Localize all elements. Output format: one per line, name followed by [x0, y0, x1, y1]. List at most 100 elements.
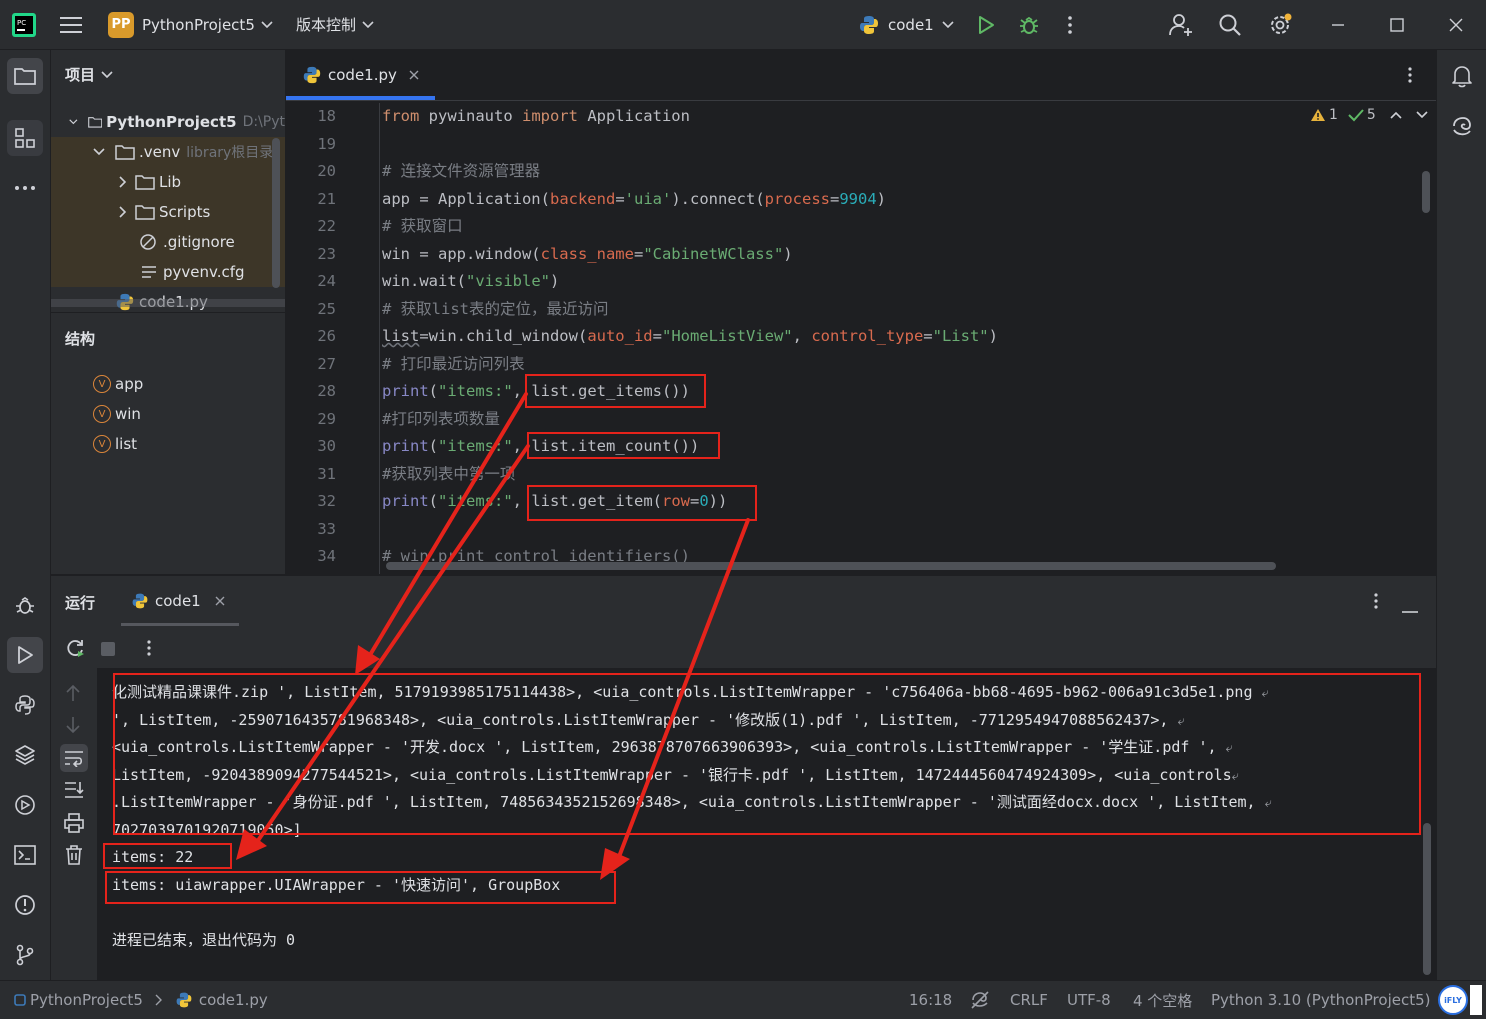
project-tool-button[interactable]: [7, 58, 43, 94]
line-number: 22: [317, 217, 336, 235]
editor-tab-code1[interactable]: code1.py: [286, 50, 435, 100]
run-panel-more-icon[interactable]: [1372, 592, 1380, 614]
python-console-tool-button[interactable]: [7, 687, 43, 723]
line-separator[interactable]: CRLF: [1010, 981, 1048, 1019]
run-config-selector[interactable]: code1: [858, 0, 954, 49]
scroll-down-icon[interactable]: [66, 716, 80, 738]
ai-disabled-icon[interactable]: [970, 981, 990, 1019]
tree-item-label: pyvenv.cfg: [163, 263, 245, 281]
code-area[interactable]: 1 5 18 from pywinauto import Application …: [286, 103, 1436, 574]
file-encoding[interactable]: UTF-8: [1067, 981, 1111, 1019]
play-icon: [979, 15, 994, 34]
structure-item-win[interactable]: V win: [51, 399, 285, 429]
code-line: 33: [286, 516, 1436, 543]
line-number: 33: [317, 519, 336, 538]
run-tool-button[interactable]: [7, 637, 43, 673]
annotation-box: [103, 843, 232, 869]
maximize-window-icon[interactable]: [1389, 0, 1405, 49]
python-interpreter[interactable]: Python 3.10 (PythonProject5): [1211, 981, 1431, 1019]
trash-icon[interactable]: [65, 845, 83, 869]
pycharm-logo-icon[interactable]: PC: [12, 0, 36, 49]
folder-icon: [135, 175, 155, 190]
editor-more-icon[interactable]: [1406, 66, 1414, 88]
tree-item-label: Scripts: [159, 203, 211, 221]
tree-item-gitignore[interactable]: .gitignore: [51, 227, 285, 257]
indent-setting[interactable]: 4 个空格: [1133, 981, 1192, 1019]
text-file-icon: [142, 266, 156, 278]
problems-tool-button[interactable]: [7, 887, 43, 923]
line-number: 19: [317, 134, 336, 153]
annotation-box: [527, 485, 757, 521]
run-toolbar-more-icon[interactable]: [145, 639, 153, 661]
run-tab-code1[interactable]: code1: [121, 576, 241, 626]
debug-button[interactable]: [1018, 0, 1040, 49]
tree-item-project-root[interactable]: PythonProject5 D:\Pyt: [51, 107, 285, 137]
breadcrumb[interactable]: PythonProject5 code1.py: [14, 981, 268, 1019]
line-number: 24: [317, 272, 336, 290]
hide-panel-icon[interactable]: [1401, 600, 1419, 618]
code-line: 18 from pywinauto import Application: [286, 103, 1436, 130]
tree-vertical-scrollbar[interactable]: [272, 138, 280, 288]
run-config-label: code1: [888, 15, 934, 34]
close-window-icon[interactable]: [1448, 0, 1464, 49]
git-tool-button[interactable]: [7, 937, 43, 973]
scroll-to-end-icon[interactable]: [64, 780, 84, 804]
tree-horizontal-scrollbar[interactable]: [51, 299, 285, 307]
run-panel-title: 运行: [65, 594, 96, 612]
structure-tool-button[interactable]: [7, 120, 43, 156]
services-tool-button[interactable]: [7, 787, 43, 823]
terminal-tool-button[interactable]: [7, 837, 43, 873]
chevron-down-icon: [261, 20, 273, 28]
folder-icon: [87, 117, 102, 128]
code-line: 28 print("items:", list.get_items()): [286, 378, 1436, 405]
ifly-panel-edge: [1470, 985, 1482, 1015]
run-button[interactable]: [976, 0, 996, 49]
active-tab-indicator: [286, 96, 435, 100]
code-line: 22 # 获取窗口: [286, 213, 1436, 240]
run-tab-label: code1: [155, 592, 201, 610]
tree-item-pyvenv-cfg[interactable]: pyvenv.cfg: [51, 257, 285, 287]
tree-item-lib[interactable]: Lib: [51, 167, 285, 197]
stop-icon[interactable]: [100, 641, 116, 661]
settings-icon[interactable]: [1268, 0, 1294, 49]
project-panel-header[interactable]: 项目: [65, 64, 113, 85]
tree-item-venv[interactable]: .venv library根目录: [51, 137, 285, 167]
print-icon[interactable]: [64, 813, 84, 837]
editor-vertical-scrollbar[interactable]: [1422, 171, 1430, 213]
console-vertical-scrollbar[interactable]: [1423, 823, 1431, 975]
more-actions-icon[interactable]: [1066, 0, 1074, 49]
soft-wrap-icon[interactable]: [60, 744, 88, 772]
notifications-icon[interactable]: [1444, 58, 1480, 94]
rerun-icon[interactable]: [65, 638, 85, 662]
code-line: 24 win.wait("visible"): [286, 268, 1436, 295]
scroll-up-icon[interactable]: [66, 684, 80, 706]
chevron-down-icon: [362, 20, 374, 28]
module-icon: [14, 994, 26, 1006]
editor-horizontal-scrollbar[interactable]: [386, 562, 1276, 570]
minimize-window-icon[interactable]: [1330, 0, 1346, 49]
vcs-menu[interactable]: 版本控制: [296, 0, 374, 49]
breadcrumb-project[interactable]: PythonProject5: [30, 991, 143, 1009]
tree-item-label: PythonProject5: [106, 113, 237, 131]
add-user-icon[interactable]: [1168, 0, 1194, 49]
layers-icon: [15, 745, 35, 765]
search-icon[interactable]: [1218, 0, 1242, 49]
ifly-badge-icon[interactable]: iFLY: [1438, 981, 1482, 1019]
structure-item-app[interactable]: V app: [51, 369, 285, 399]
python-file-icon: [176, 992, 192, 1008]
debug-tool-button[interactable]: [7, 587, 43, 623]
structure-item-list[interactable]: V list: [51, 429, 285, 459]
more-tools-icon[interactable]: [7, 170, 43, 206]
python-packages-tool-button[interactable]: [7, 737, 43, 773]
tree-item-scripts[interactable]: Scripts: [51, 197, 285, 227]
code-line: 26 list=win.child_window(auto_id="HomeLis…: [286, 323, 1436, 350]
python-file-icon: [303, 66, 321, 84]
project-switcher[interactable]: PP PythonProject5: [108, 0, 273, 49]
play-icon: [18, 646, 33, 664]
breadcrumb-file[interactable]: code1.py: [199, 991, 268, 1009]
ai-assistant-icon[interactable]: [1444, 108, 1480, 144]
main-menu-icon[interactable]: [60, 0, 84, 49]
annotation-box: [113, 673, 1421, 835]
variable-badge-icon: V: [93, 405, 111, 423]
caret-position[interactable]: 16:18: [909, 981, 952, 1019]
